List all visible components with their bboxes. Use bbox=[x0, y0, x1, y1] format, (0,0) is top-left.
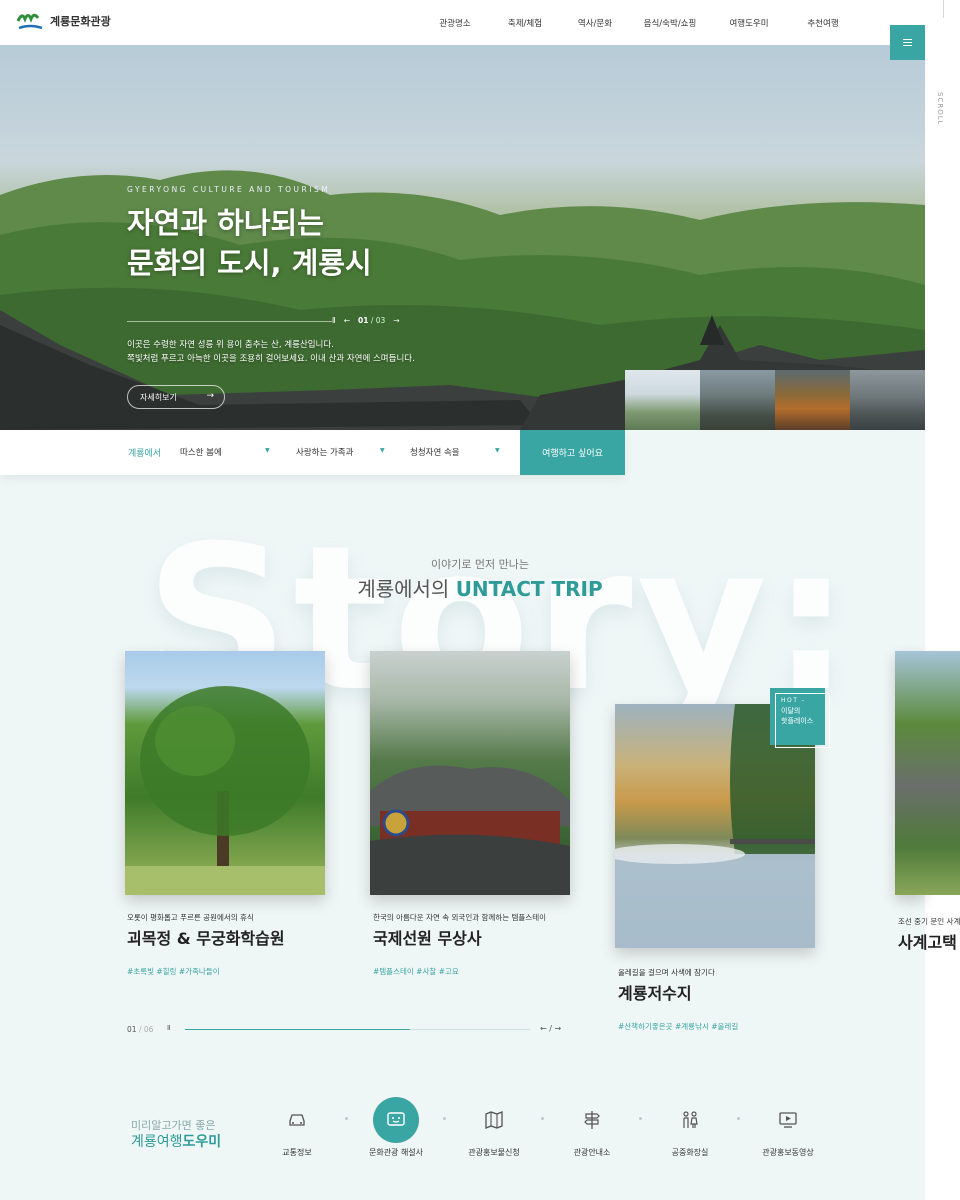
pause-icon[interactable]: Ⅱ bbox=[332, 316, 336, 325]
card-title[interactable]: 계룡저수지 bbox=[618, 980, 692, 1004]
temple-image bbox=[370, 765, 570, 895]
hero-description: 이곳은 수령한 자연 성릉 위 용이 춤추는 산, 계룡산입니다. 쪽빛처럼 푸… bbox=[127, 340, 415, 364]
hero-progress-line bbox=[127, 321, 332, 322]
pause-icon[interactable]: Ⅱ bbox=[167, 1024, 170, 1032]
card-caption: 한국의 아름다운 자연 속 외국인과 함께하는 템플스테이 bbox=[373, 913, 547, 922]
helper-item-restroom[interactable]: 공중화장실 bbox=[641, 1097, 739, 1158]
hero-thumbnail-4[interactable] bbox=[850, 370, 925, 430]
next-arrow-icon[interactable]: → bbox=[393, 316, 399, 325]
story-progress-fill bbox=[185, 1029, 410, 1030]
card-image-musangsa[interactable] bbox=[370, 651, 570, 895]
helper-item-guide[interactable]: 문화관광 해설사 bbox=[347, 1097, 445, 1158]
helper-item-traffic[interactable]: 교통정보 bbox=[248, 1097, 346, 1158]
nav-item-travel-helper[interactable]: 여행도우미 bbox=[710, 17, 788, 29]
nav-item-food[interactable]: 음식/숙박/쇼핑 bbox=[630, 17, 710, 29]
arrow-right-icon: → bbox=[206, 391, 214, 401]
chevron-down-icon[interactable]: ▼ bbox=[380, 447, 385, 454]
site-header: 계룡문화관광 관광명소 축제/체험 역사/문화 음식/숙박/쇼핑 여행도우미 추… bbox=[0, 0, 925, 45]
helper-title: 계룡여행도우미 bbox=[131, 1134, 222, 1150]
chevron-down-icon[interactable]: ▼ bbox=[495, 447, 500, 454]
hero-thumbnails bbox=[625, 370, 925, 430]
story-title-highlight: UNTACT TRIP bbox=[455, 577, 603, 601]
hero-slider-controls: Ⅱ ← 01 / 03 → bbox=[332, 316, 400, 325]
hero-subtitle: GYERYONG CULTURE AND TOURISM bbox=[127, 185, 331, 194]
site-logo[interactable]: 계룡문화관광 bbox=[16, 9, 111, 33]
nav-item-recommended[interactable]: 추천여행 bbox=[788, 17, 858, 29]
helper-item-brochure[interactable]: 관광홍보물신청 bbox=[445, 1097, 543, 1158]
hero-thumbnail-3[interactable] bbox=[775, 370, 850, 430]
helper-item-info-center[interactable]: 관광안내소 bbox=[543, 1097, 641, 1158]
video-icon bbox=[765, 1097, 811, 1143]
card-image-sagye[interactable] bbox=[895, 651, 925, 895]
prev-arrow-icon[interactable]: ← bbox=[344, 316, 350, 325]
story-title: 계룡에서의 UNTACT TRIP bbox=[357, 577, 603, 601]
card-image-goemokjeong[interactable] bbox=[125, 651, 325, 895]
signpost-icon bbox=[569, 1097, 615, 1143]
story-subtitle: 이야기로 먼저 만나는 bbox=[430, 558, 530, 571]
chevron-down-icon[interactable]: ▼ bbox=[265, 447, 270, 454]
season-select[interactable]: 따스한 봄에 bbox=[180, 446, 222, 458]
car-icon bbox=[274, 1097, 320, 1143]
hero-title: 자연과 하나되는 문화의 도시, 계룡시 bbox=[127, 203, 372, 283]
card-tags: #산책하기좋은곳 #계룡낚시 #올레길 bbox=[618, 1022, 739, 1031]
nav-item-festivals[interactable]: 축제/체험 bbox=[490, 17, 560, 29]
card-title[interactable]: 국제선원 무상사 bbox=[373, 925, 482, 949]
nav-item-attractions[interactable]: 관광명소 bbox=[420, 17, 490, 29]
chat-icon bbox=[373, 1097, 419, 1143]
logo-text: 계룡문화관광 bbox=[50, 15, 111, 28]
map-icon bbox=[471, 1097, 517, 1143]
hamburger-menu-button[interactable] bbox=[890, 25, 925, 60]
hot-badge-outline bbox=[775, 693, 830, 748]
card-title[interactable]: 사계고택 bbox=[898, 929, 957, 953]
helper-item-video[interactable]: 관광홍보동영상 bbox=[739, 1097, 837, 1158]
card-caption: 오롯이 평화롭고 푸르른 공원에서의 휴식 bbox=[127, 913, 254, 922]
search-label: 계룡에서 bbox=[128, 449, 162, 459]
side-divider bbox=[943, 0, 944, 18]
search-submit-button[interactable]: 여행하고 싶어요 bbox=[520, 430, 625, 475]
card-caption: 올레길을 걸으며 사색에 잠기다 bbox=[618, 968, 715, 977]
logo-mark-icon bbox=[16, 9, 44, 33]
card-tags: #템플스테이 #사찰 #고요 bbox=[373, 967, 459, 976]
hero-current-slide: 01 bbox=[358, 316, 369, 325]
card-tags: #초록빛 #힐링 #가족나들이 bbox=[127, 967, 220, 976]
nav-item-history[interactable]: 역사/문화 bbox=[560, 17, 630, 29]
companion-select[interactable]: 사랑하는 가족과 bbox=[296, 446, 353, 458]
hero-total-slides: 03 bbox=[375, 316, 386, 325]
hero-more-button[interactable]: 자세히보기 → bbox=[127, 385, 225, 409]
story-pager: 01 / 06 bbox=[127, 1025, 154, 1034]
hero-title-line2: 문화의 도시, 계룡시 bbox=[127, 246, 372, 280]
menu-icon bbox=[903, 39, 912, 40]
card-title[interactable]: 괴목정 & 무궁화학습원 bbox=[127, 925, 285, 949]
scroll-indicator: SCROLL bbox=[936, 92, 944, 126]
main-nav: 관광명소 축제/체험 역사/문화 음식/숙박/쇼핑 여행도우미 추천여행 bbox=[420, 0, 858, 45]
place-select[interactable]: 청청자연 속을 bbox=[410, 446, 460, 458]
hero-title-line1: 자연과 하나되는 bbox=[127, 206, 324, 240]
restroom-icon bbox=[667, 1097, 713, 1143]
card-image-sagye-overflow bbox=[925, 651, 960, 895]
tree-image bbox=[125, 686, 325, 895]
card-caption: 조선 중기 문인 사계 bbox=[898, 917, 960, 926]
hero-thumbnail-1[interactable] bbox=[625, 370, 700, 430]
hero-thumbnail-2[interactable] bbox=[700, 370, 775, 430]
story-arrows[interactable]: ← / → bbox=[540, 1024, 561, 1033]
